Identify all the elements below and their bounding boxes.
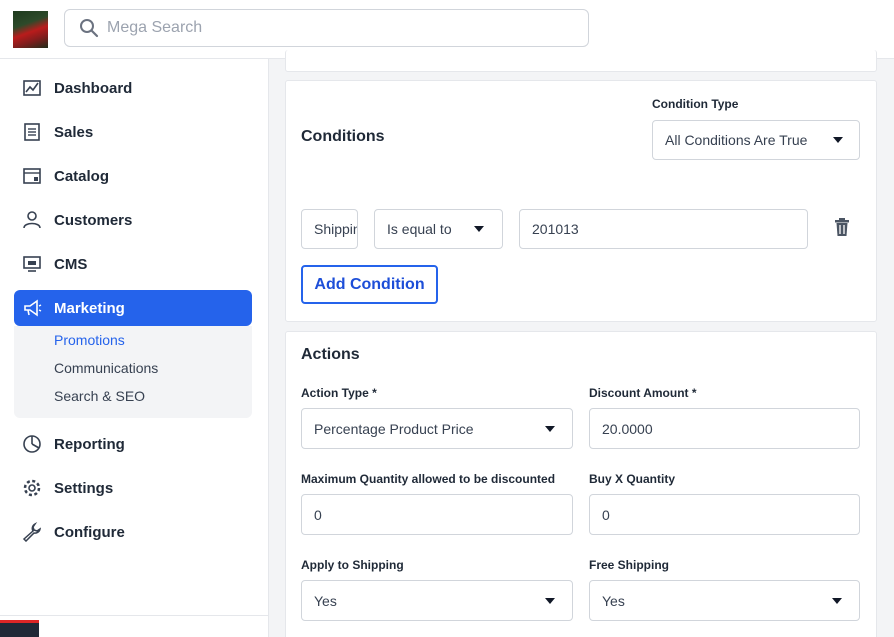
search-icon bbox=[80, 19, 99, 38]
max-quantity-value: 0 bbox=[314, 506, 322, 523]
user-avatar[interactable] bbox=[13, 11, 48, 48]
buy-x-quantity-input[interactable]: 0 bbox=[589, 494, 860, 535]
app-logo bbox=[0, 620, 39, 637]
action-type-select[interactable]: Percentage Product Price bbox=[301, 408, 573, 449]
sidebar: Dashboard Sales Catalog Customers CMS Ma… bbox=[0, 59, 269, 637]
sidebar-item-reporting[interactable]: Reporting bbox=[14, 426, 252, 462]
add-condition-button[interactable]: Add Condition bbox=[301, 265, 438, 304]
sidebar-item-label: CMS bbox=[54, 255, 88, 273]
discount-amount-label: Discount Amount * bbox=[589, 386, 697, 400]
condition-value-text: 201013 bbox=[532, 221, 579, 237]
condition-type-value: All Conditions Are True bbox=[665, 132, 808, 148]
megaphone-icon bbox=[24, 299, 42, 317]
sidebar-item-catalog[interactable]: Catalog bbox=[14, 158, 252, 194]
sidebar-divider bbox=[0, 615, 269, 616]
sidebar-item-label: Customers bbox=[54, 211, 133, 229]
condition-type-label: Condition Type bbox=[652, 97, 739, 111]
search-input[interactable] bbox=[107, 19, 547, 37]
action-type-value: Percentage Product Price bbox=[314, 420, 474, 437]
condition-operator-select[interactable]: Is equal to bbox=[374, 209, 503, 249]
chevron-down-icon bbox=[545, 425, 555, 432]
max-quantity-input[interactable]: 0 bbox=[301, 494, 573, 535]
previous-card bbox=[285, 50, 877, 72]
free-shipping-label: Free Shipping bbox=[589, 558, 670, 572]
buy-x-quantity-label: Buy X Quantity bbox=[589, 472, 676, 486]
condition-attribute-select[interactable]: Shipping bbox=[301, 209, 358, 249]
discount-amount-value: 20.0000 bbox=[602, 420, 653, 437]
apply-to-shipping-label: Apply to Shipping bbox=[301, 558, 404, 572]
max-quantity-label: Maximum Quantity allowed to be discounte… bbox=[301, 472, 556, 486]
cms-monitor-icon bbox=[23, 256, 41, 272]
sidebar-item-label: Reporting bbox=[54, 435, 125, 453]
marketing-submenu: Promotions Communications Search & SEO bbox=[14, 326, 252, 418]
gear-icon bbox=[23, 479, 41, 497]
chevron-down-icon bbox=[833, 137, 843, 143]
submenu-item-search-seo[interactable]: Search & SEO bbox=[54, 388, 145, 404]
sidebar-item-configure[interactable]: Configure bbox=[14, 514, 252, 550]
sidebar-item-label: Marketing bbox=[54, 299, 125, 317]
sidebar-item-dashboard[interactable]: Dashboard bbox=[14, 70, 252, 106]
sidebar-item-settings[interactable]: Settings bbox=[14, 470, 252, 506]
action-type-label: Action Type * bbox=[301, 386, 377, 400]
conditions-title: Conditions bbox=[301, 128, 385, 145]
sidebar-item-marketing[interactable]: Marketing bbox=[14, 290, 252, 326]
trash-icon[interactable] bbox=[832, 217, 852, 237]
sidebar-item-label: Configure bbox=[54, 523, 125, 541]
condition-type-select[interactable]: All Conditions Are True bbox=[652, 120, 860, 160]
sidebar-item-customers[interactable]: Customers bbox=[14, 202, 252, 238]
condition-operator-value: Is equal to bbox=[387, 221, 452, 237]
dashboard-chart-icon bbox=[23, 80, 41, 96]
apply-to-shipping-select[interactable]: Yes bbox=[301, 580, 573, 621]
sidebar-item-label: Dashboard bbox=[54, 79, 133, 97]
chevron-down-icon bbox=[545, 597, 555, 604]
sidebar-item-label: Sales bbox=[54, 123, 94, 141]
condition-attribute-value: Shipping bbox=[314, 221, 357, 237]
buy-x-quantity-value: 0 bbox=[602, 506, 610, 523]
discount-amount-input[interactable]: 20.0000 bbox=[589, 408, 860, 449]
free-shipping-value: Yes bbox=[602, 592, 625, 609]
sidebar-item-sales[interactable]: Sales bbox=[14, 114, 252, 150]
sidebar-item-label: Settings bbox=[54, 479, 114, 497]
sidebar-item-cms[interactable]: CMS bbox=[14, 246, 252, 282]
actions-title: Actions bbox=[301, 346, 360, 363]
chevron-down-icon bbox=[474, 226, 484, 232]
free-shipping-select[interactable]: Yes bbox=[589, 580, 860, 621]
wrench-icon bbox=[22, 523, 42, 542]
condition-value-input[interactable]: 201013 bbox=[519, 209, 808, 249]
sales-receipt-icon bbox=[24, 123, 40, 141]
pie-chart-icon bbox=[23, 435, 41, 453]
apply-to-shipping-value: Yes bbox=[314, 592, 337, 609]
mega-search-box[interactable] bbox=[64, 9, 589, 47]
submenu-item-promotions[interactable]: Promotions bbox=[54, 332, 125, 348]
customers-user-icon bbox=[23, 211, 41, 229]
chevron-down-icon bbox=[832, 597, 842, 604]
sidebar-item-label: Catalog bbox=[54, 167, 110, 185]
catalog-icon bbox=[23, 168, 41, 184]
submenu-item-communications[interactable]: Communications bbox=[54, 360, 158, 376]
